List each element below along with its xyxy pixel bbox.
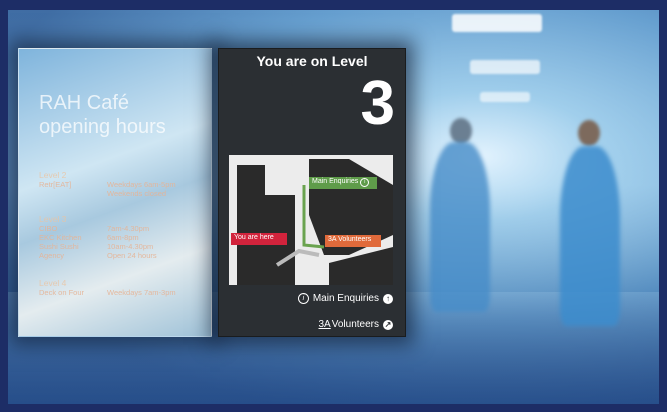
arrow-up-right-icon: ↗: [383, 319, 393, 330]
hours-level-3: Level 3 CIBO 7am-4.30pm EKC Kitchen 6am-8p…: [39, 214, 157, 261]
venue-name: Sushi Sushi: [39, 242, 79, 251]
venue-name: Deck on Four: [39, 288, 85, 297]
info-icon: i: [360, 178, 370, 187]
map-enquiries-text: Main Enquiries: [312, 178, 359, 185]
person-walking: [430, 142, 490, 312]
cafe-title-text: RAH Café: [39, 92, 130, 114]
cafe-title: RAH Café opening hours: [39, 91, 166, 139]
person-walking: [560, 146, 620, 326]
venue-hours: Open 24 hours: [107, 251, 157, 260]
person-head: [578, 120, 600, 146]
volunteers-code: 3A: [328, 236, 337, 243]
floor-map-drawing: [229, 155, 393, 285]
level-label: Level 2: [39, 170, 67, 180]
level-heading: You are on Level: [256, 53, 368, 69]
direction-main-enquiries: i Main Enquiries ↑: [297, 293, 393, 304]
you-are-here-label: You are here: [234, 234, 274, 241]
floor-map: You are here Main Enquiries i 3A Volunte…: [229, 155, 393, 285]
map-enquiries-label: Main Enquiries i: [312, 178, 370, 187]
level-label: Level 3: [39, 214, 67, 224]
venue-hours: Weekdays 6am-5pm: [107, 180, 176, 189]
ceiling-light: [480, 92, 530, 102]
venue-hours: Weekends closed: [107, 189, 167, 198]
venue-name: Retr[EAT]: [39, 180, 72, 189]
hours-level-2: Level 2 Retr[EAT] Weekdays 6am-5pm Weeken…: [39, 170, 176, 199]
venue-hours: 10am-4.30pm: [107, 242, 154, 251]
venue-hours: 6am-8pm: [107, 233, 139, 242]
venue-name: EKC Kitchen: [39, 233, 82, 242]
ceiling-light: [470, 60, 540, 74]
person-head: [450, 118, 472, 144]
cafe-opening-hours-sign: RAH Café opening hours Level 2 Retr[EAT]…: [18, 48, 212, 337]
hospital-corridor-photo: RAH Café opening hours Level 2 Retr[EAT]…: [0, 0, 667, 412]
direction-label: Main Enquiries: [312, 293, 379, 304]
map-volunteers-text: Volunteers: [338, 236, 372, 243]
info-icon: i: [297, 293, 309, 304]
direction-volunteers: 3A Volunteers ↗: [318, 319, 393, 330]
direction-label: Volunteers: [331, 319, 379, 330]
volunteers-code: 3A: [318, 319, 331, 330]
level-number: 3: [360, 69, 395, 138]
venue-hours: Weekdays 7am-3pm: [107, 288, 176, 297]
venue-hours: 7am-4.30pm: [107, 224, 150, 233]
arrow-up-icon: ↑: [383, 293, 393, 304]
ceiling-light: [452, 14, 542, 32]
level-wayfinding-sign: You are on Level 3 You are here Main Enq…: [218, 48, 406, 337]
hours-level-4: Level 4 Deck on Four Weekdays 7am-3pm: [39, 278, 176, 298]
venue-name: CIBO: [39, 224, 58, 233]
cafe-subtitle-text: opening hours: [39, 116, 166, 138]
map-volunteers-label: 3A Volunteers: [328, 236, 371, 243]
venue-name: Agency: [39, 251, 65, 260]
level-label: Level 4: [39, 278, 67, 288]
map-building-block: [237, 165, 265, 285]
